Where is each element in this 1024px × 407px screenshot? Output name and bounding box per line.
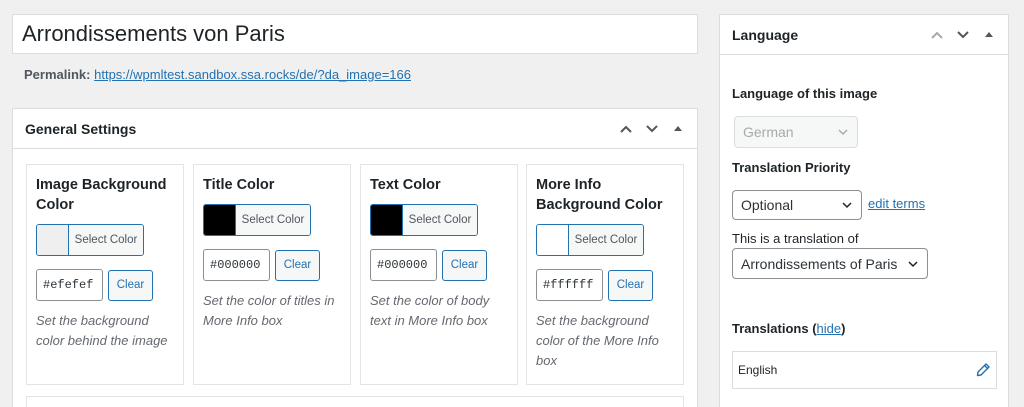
color-swatch bbox=[37, 225, 69, 255]
translations-label: Translations bbox=[732, 321, 809, 336]
card-title: Title Color bbox=[203, 177, 275, 193]
priority-select-value: Optional bbox=[741, 197, 794, 213]
hex-input[interactable]: #000000 bbox=[203, 249, 270, 281]
move-down-icon[interactable] bbox=[639, 116, 665, 142]
color-card-image-background: Image Background Color Select Color #efe… bbox=[26, 164, 184, 385]
card-title: More Info Background Color bbox=[536, 177, 663, 213]
collapse-toggle-icon[interactable] bbox=[976, 22, 1002, 48]
translations-heading: Translations (hide) bbox=[732, 321, 846, 336]
select-color-button[interactable]: Select Color bbox=[36, 224, 144, 256]
select-color-label: Select Color bbox=[69, 225, 143, 255]
chevron-down-icon bbox=[838, 129, 848, 136]
card-description: Set the color of titles in More Info box bbox=[203, 293, 335, 328]
color-swatch bbox=[537, 225, 569, 255]
permalink-label: Permalink: bbox=[24, 67, 91, 82]
color-card-more-info-background: More Info Background Color Select Color … bbox=[526, 164, 684, 385]
language-select-value: German bbox=[743, 124, 794, 140]
clear-button[interactable]: Clear bbox=[608, 269, 653, 301]
language-header: Language bbox=[720, 15, 1008, 55]
hex-input[interactable]: #ffffff bbox=[536, 269, 603, 301]
card-title: Text Color bbox=[370, 177, 441, 193]
color-card-text: Text Color Select Color #000000 Clear Se… bbox=[360, 164, 518, 385]
move-up-icon[interactable] bbox=[613, 116, 639, 142]
color-swatch bbox=[371, 205, 403, 235]
move-down-icon[interactable] bbox=[950, 22, 976, 48]
translation-of-label: This is a translation of bbox=[732, 231, 859, 246]
permalink-link[interactable]: https://wpmltest.sandbox.ssa.rocks/de/?d… bbox=[94, 67, 411, 82]
translation-language: English bbox=[738, 363, 778, 377]
language-select: German bbox=[734, 116, 858, 148]
language-of-image-label: Language of this image bbox=[732, 86, 878, 101]
general-settings-header: General Settings bbox=[13, 109, 697, 149]
hide-translations-link[interactable]: hide bbox=[817, 321, 842, 336]
box-controls bbox=[924, 15, 1002, 55]
clear-button[interactable]: Clear bbox=[442, 249, 487, 281]
select-color-button[interactable]: Select Color bbox=[370, 204, 478, 236]
card-description: Set the background color of the More Inf… bbox=[536, 313, 659, 368]
collapse-toggle-icon[interactable] bbox=[665, 116, 691, 142]
translation-of-value: Arrondissements of Paris bbox=[741, 255, 898, 272]
translation-priority-select[interactable]: Optional bbox=[732, 190, 862, 220]
chevron-down-icon bbox=[842, 202, 852, 209]
clear-button[interactable]: Clear bbox=[275, 249, 320, 281]
language-title: Language bbox=[732, 26, 799, 43]
select-color-label: Select Color bbox=[569, 225, 643, 255]
select-color-button[interactable]: Select Color bbox=[536, 224, 644, 256]
card-title: Image Background Color bbox=[36, 177, 167, 213]
color-card-title: Title Color Select Color #000000 Clear S… bbox=[193, 164, 351, 385]
translation-of-select[interactable]: Arrondissements of Paris bbox=[732, 248, 928, 279]
language-box: Language Language of this image German T… bbox=[719, 14, 1009, 407]
translation-row-english: English bbox=[732, 351, 997, 389]
post-title-input[interactable]: Arrondissements von Paris bbox=[12, 14, 698, 54]
select-color-label: Select Color bbox=[236, 205, 310, 235]
edit-terms-link[interactable]: edit terms bbox=[868, 196, 925, 211]
select-color-label: Select Color bbox=[403, 205, 477, 235]
general-settings-box: General Settings Image Background Color … bbox=[12, 108, 698, 407]
hex-input[interactable]: #efefef bbox=[36, 269, 103, 301]
general-settings-title: General Settings bbox=[25, 120, 137, 137]
pencil-icon[interactable] bbox=[975, 362, 991, 378]
clear-button[interactable]: Clear bbox=[108, 269, 153, 301]
hex-input[interactable]: #000000 bbox=[370, 249, 437, 281]
box-controls bbox=[613, 109, 691, 149]
select-color-button[interactable]: Select Color bbox=[203, 204, 311, 236]
color-swatch bbox=[204, 205, 236, 235]
card-description: Set the color of body text in More Info … bbox=[370, 293, 490, 328]
move-up-icon[interactable] bbox=[924, 22, 950, 48]
next-settings-section bbox=[26, 396, 684, 407]
translation-priority-label: Translation Priority bbox=[732, 160, 851, 175]
chevron-down-icon bbox=[908, 260, 918, 267]
card-description: Set the background color behind the imag… bbox=[36, 313, 168, 348]
permalink: Permalink: https://wpmltest.sandbox.ssa.… bbox=[24, 67, 411, 82]
